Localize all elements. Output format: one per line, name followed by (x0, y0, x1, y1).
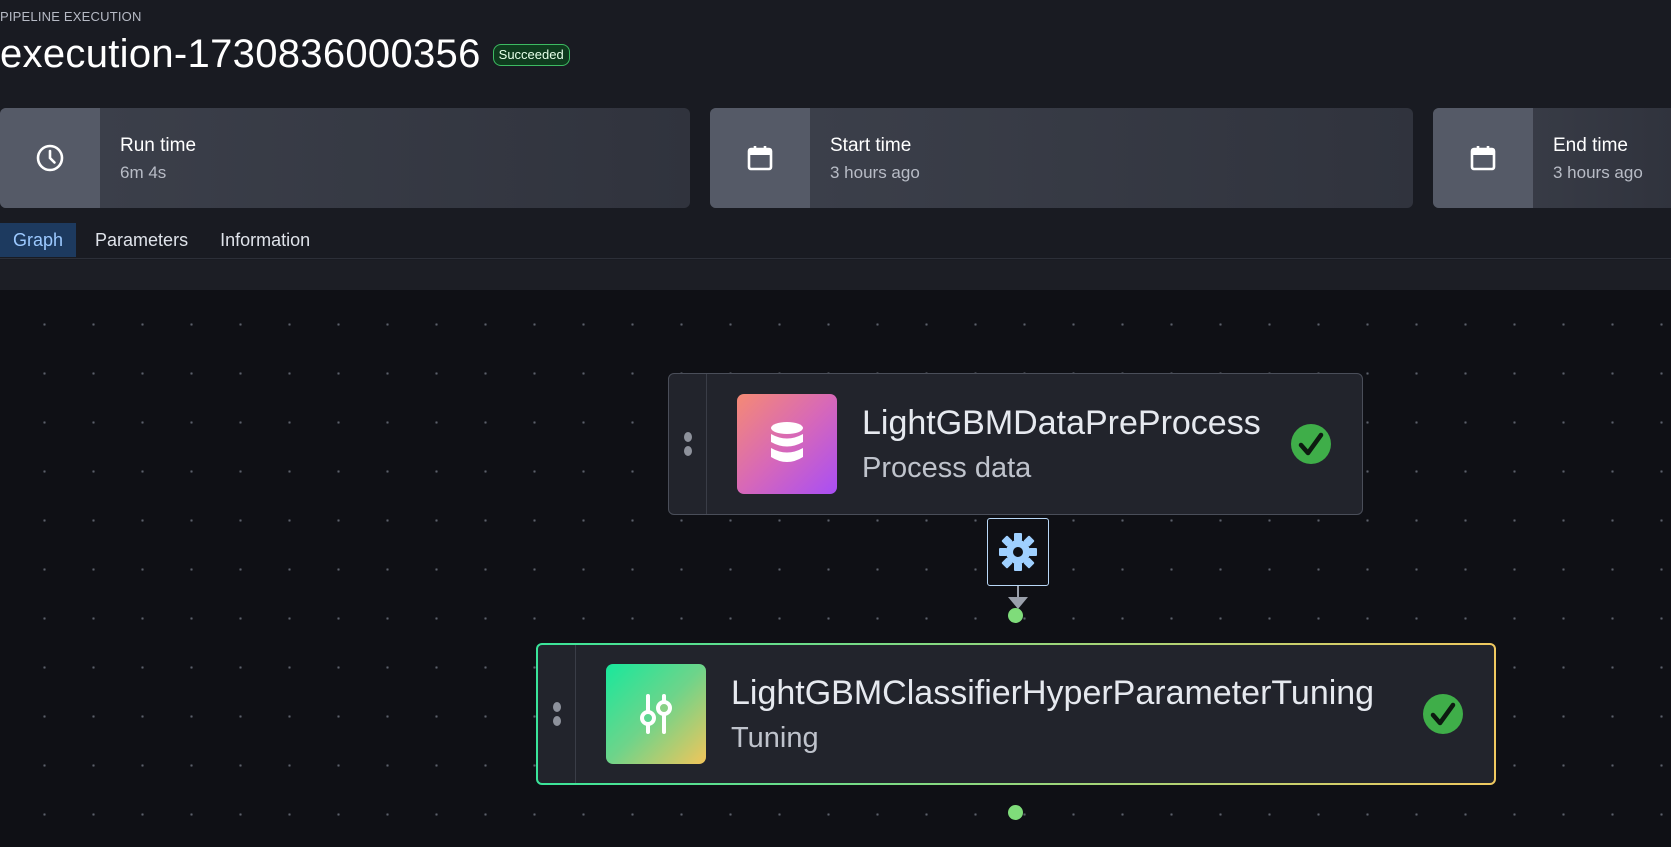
run-time-card: Run time 6m 4s (0, 108, 690, 208)
tab-bar: Graph Parameters Information (0, 223, 1671, 259)
step-name: LightGBMDataPreProcess (862, 404, 1261, 442)
start-time-value: 3 hours ago (830, 163, 920, 182)
end-time-label: End time (1553, 135, 1628, 156)
run-time-value: 6m 4s (120, 163, 167, 182)
tab-information[interactable]: Information (207, 223, 323, 257)
page-header: PIPELINE EXECUTION execution-17308360003… (0, 0, 1671, 100)
edge-gear-button[interactable] (987, 518, 1049, 586)
end-time-card: End time 3 hours ago (1433, 108, 1671, 208)
tab-parameters[interactable]: Parameters (82, 223, 201, 257)
calendar-icon (1433, 108, 1533, 208)
success-check-icon (1291, 424, 1331, 464)
pipeline-step-node[interactable]: LightGBMDataPreProcess Process data (668, 373, 1363, 515)
step-type: Tuning (731, 722, 819, 754)
tab-graph[interactable]: Graph (0, 223, 77, 257)
drag-handle[interactable] (538, 645, 576, 783)
title-row: execution-1730836000356 Succeeded (0, 30, 570, 78)
drag-handle[interactable] (669, 374, 707, 514)
gear-icon (999, 533, 1037, 571)
start-time-card: Start time 3 hours ago (710, 108, 1413, 208)
summary-cards: Run time 6m 4s Start time 3 hours ago En… (0, 108, 1671, 208)
end-time-value: 3 hours ago (1553, 163, 1643, 182)
calendar-icon (710, 108, 810, 208)
database-icon (737, 394, 837, 494)
pipeline-step-node-selected[interactable]: LightGBMClassifierHyperParameterTuning T… (536, 643, 1496, 785)
start-time-label: Start time (830, 135, 912, 156)
step-type: Process data (862, 452, 1032, 484)
input-port[interactable] (1008, 608, 1023, 623)
status-badge: Succeeded (492, 44, 570, 66)
page-title: execution-1730836000356 (0, 32, 481, 76)
page-eyebrow: PIPELINE EXECUTION (0, 9, 142, 24)
step-name: LightGBMClassifierHyperParameterTuning (731, 674, 1375, 712)
run-time-label: Run time (120, 135, 197, 156)
output-port[interactable] (1008, 805, 1023, 820)
success-check-icon (1423, 694, 1463, 734)
graph-toolbar (0, 260, 1671, 290)
sliders-icon (606, 664, 706, 764)
clock-icon (0, 108, 100, 208)
